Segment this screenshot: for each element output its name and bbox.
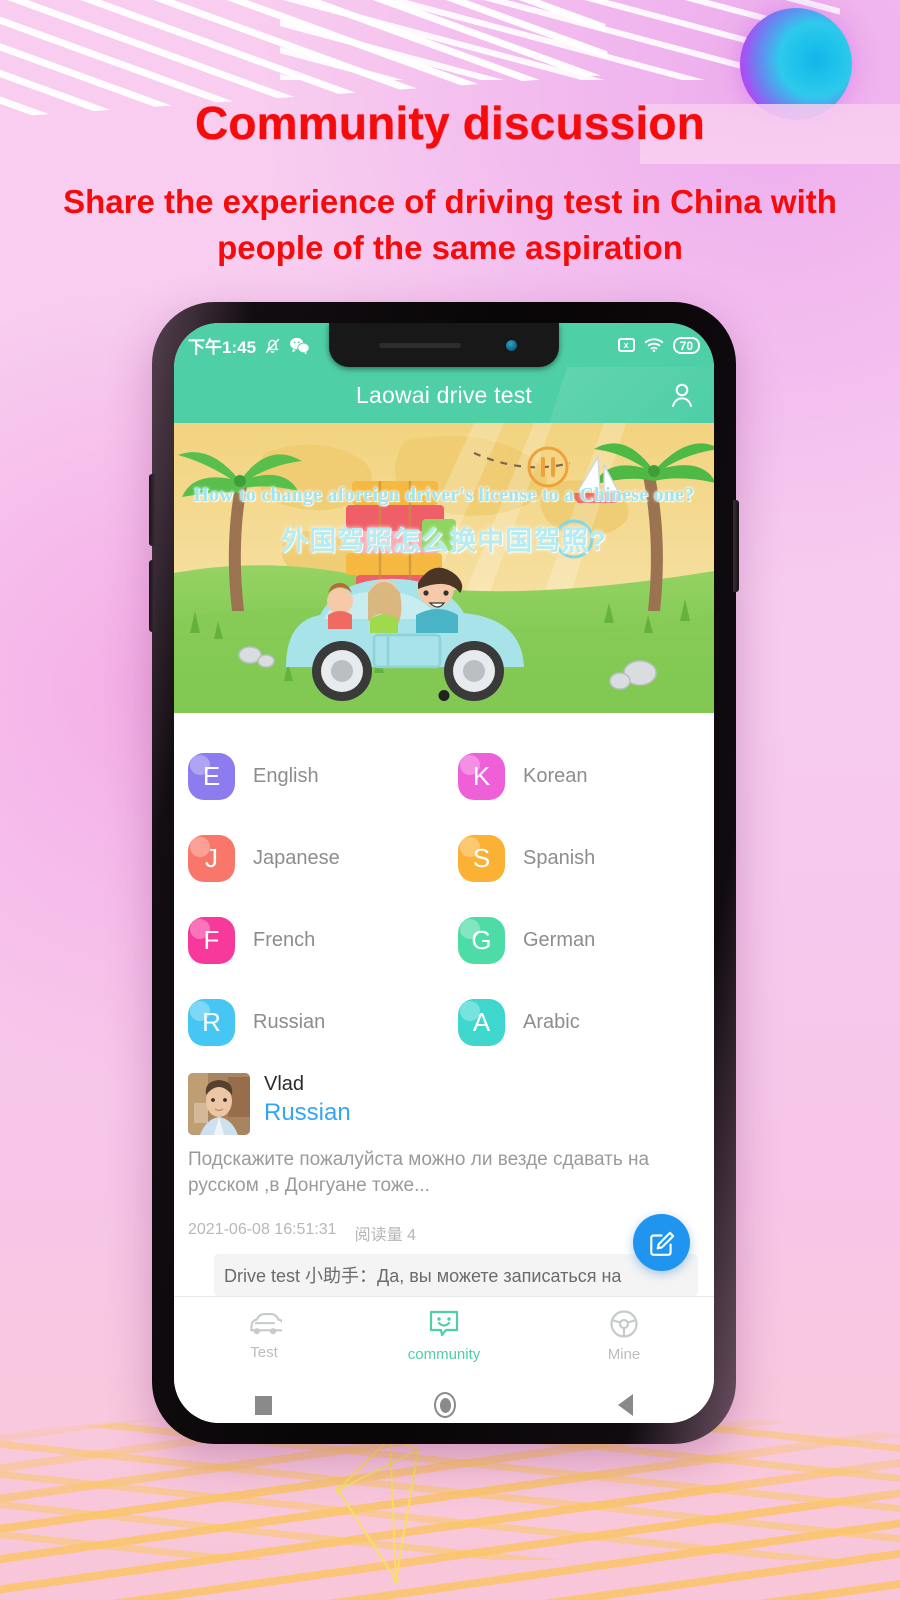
language-label: Korean bbox=[523, 764, 588, 787]
post-language-tag[interactable]: Russian bbox=[264, 1099, 351, 1127]
avatar-photo bbox=[188, 1073, 250, 1135]
russian-letter-icon: R bbox=[188, 998, 235, 1046]
language-item-korean[interactable]: K Korean bbox=[444, 735, 714, 817]
tab-community[interactable]: community bbox=[354, 1309, 534, 1363]
edit-icon bbox=[649, 1231, 674, 1256]
spanish-letter-icon: S bbox=[458, 834, 505, 882]
korean-letter-icon: K bbox=[458, 752, 505, 800]
language-grid: E English K Korean J Japanese S Spanish bbox=[174, 713, 714, 1067]
decorative-wireframe-shape bbox=[335, 1436, 420, 1583]
japanese-letter-icon: J bbox=[188, 834, 235, 882]
chat-smile-icon bbox=[429, 1310, 459, 1337]
language-row: R Russian A Arabic bbox=[174, 981, 714, 1063]
tab-mine[interactable]: Mine bbox=[534, 1309, 714, 1363]
tab-label: community bbox=[407, 1345, 481, 1363]
language-row: E English K Korean bbox=[174, 735, 714, 817]
volume-down-button[interactable] bbox=[149, 560, 155, 632]
bottom-tab-bar: Test community Mine bbox=[174, 1296, 714, 1375]
language-label: Russian bbox=[253, 1010, 326, 1033]
promo-banner[interactable]: How to change aforeign driver's license … bbox=[174, 423, 714, 713]
android-navigation-bar bbox=[174, 1374, 714, 1423]
poster-title: Community discussion bbox=[194, 97, 706, 149]
circle-icon[interactable] bbox=[434, 1392, 456, 1419]
post-meta: Vlad Russian bbox=[264, 1073, 351, 1135]
power-button[interactable] bbox=[733, 500, 739, 592]
car-icon bbox=[250, 1312, 285, 1335]
wifi-icon bbox=[644, 338, 663, 353]
tab-label: Mine bbox=[607, 1345, 641, 1363]
triangle-back-icon[interactable] bbox=[618, 1394, 633, 1417]
german-letter-icon: G bbox=[458, 916, 505, 964]
language-row: J Japanese S Spanish bbox=[174, 817, 714, 899]
phone-screen: 下午1:45 x 70 Laowai drive test How to cha… bbox=[174, 323, 714, 1423]
post-timestamp: 2021-06-08 16:51:31 bbox=[188, 1221, 337, 1239]
banner-illustration bbox=[174, 423, 714, 713]
language-item-english[interactable]: E English bbox=[174, 735, 444, 817]
avatar[interactable] bbox=[188, 1073, 250, 1135]
post-footer: 2021-06-08 16:51:31 阅读量 4 bbox=[188, 1221, 698, 1245]
wechat-icon bbox=[290, 337, 310, 354]
steering-wheel-icon bbox=[610, 1310, 638, 1338]
language-label: Spanish bbox=[523, 846, 596, 869]
compose-post-button[interactable] bbox=[633, 1214, 690, 1271]
no-sim-icon: x bbox=[617, 338, 635, 352]
poster-subtitle: Share the experience of driving test in … bbox=[63, 182, 837, 267]
square-icon[interactable] bbox=[255, 1395, 272, 1415]
language-item-french[interactable]: F French bbox=[174, 899, 444, 981]
banner-title-english: How to change aforeign driver's license … bbox=[193, 485, 695, 506]
post-reply[interactable]: Drive test 小助手：Да, вы можете записаться … bbox=[214, 1254, 698, 1297]
french-letter-icon: F bbox=[188, 916, 235, 964]
language-label: Arabic bbox=[523, 1010, 580, 1033]
earpiece-speaker bbox=[379, 343, 461, 348]
language-item-german[interactable]: G German bbox=[444, 899, 714, 981]
language-item-arabic[interactable]: A Arabic bbox=[444, 981, 714, 1063]
banner-title-chinese: 外国驾照怎么换中国驾照? bbox=[281, 526, 607, 556]
language-label: English bbox=[253, 764, 319, 787]
status-bar-left: 下午1:45 bbox=[188, 333, 310, 358]
volume-up-button[interactable] bbox=[149, 474, 155, 546]
front-camera-icon bbox=[506, 340, 517, 351]
language-item-spanish[interactable]: S Spanish bbox=[444, 817, 714, 899]
app-bar: Laowai drive test bbox=[174, 367, 714, 423]
person-icon[interactable] bbox=[668, 381, 696, 409]
bell-muted-icon bbox=[265, 338, 280, 353]
tab-test[interactable]: Test bbox=[174, 1311, 354, 1361]
language-item-russian[interactable]: R Russian bbox=[174, 981, 444, 1063]
english-letter-icon: E bbox=[188, 752, 235, 800]
battery-indicator: 70 bbox=[672, 336, 700, 354]
language-label: French bbox=[253, 928, 316, 951]
poster-heading-block: Community discussion Share the experienc… bbox=[0, 98, 900, 272]
post-header: Vlad Russian bbox=[188, 1073, 698, 1135]
status-time: 下午1:45 bbox=[188, 337, 257, 357]
post-view-count: 阅读量 4 bbox=[354, 1227, 416, 1245]
app-title: Laowai drive test bbox=[356, 381, 532, 408]
phone-notch bbox=[329, 323, 559, 367]
language-label: Japanese bbox=[253, 846, 340, 869]
post-author: Vlad bbox=[264, 1073, 305, 1095]
status-bar-right: x 70 bbox=[617, 336, 700, 354]
language-label: German bbox=[523, 928, 596, 951]
phone-mockup: 下午1:45 x 70 Laowai drive test How to cha… bbox=[149, 302, 739, 1444]
language-row: F French G German bbox=[174, 899, 714, 981]
post-body: Подскажите пожалуйста можно ли везде сда… bbox=[188, 1149, 650, 1197]
banner-page-indicator[interactable] bbox=[438, 690, 450, 701]
tab-label: Test bbox=[250, 1343, 278, 1361]
post-card[interactable]: Vlad Russian Подскажите пожалуйста можно… bbox=[174, 1067, 714, 1297]
language-item-japanese[interactable]: J Japanese bbox=[174, 817, 444, 899]
arabic-letter-icon: A bbox=[458, 998, 505, 1046]
